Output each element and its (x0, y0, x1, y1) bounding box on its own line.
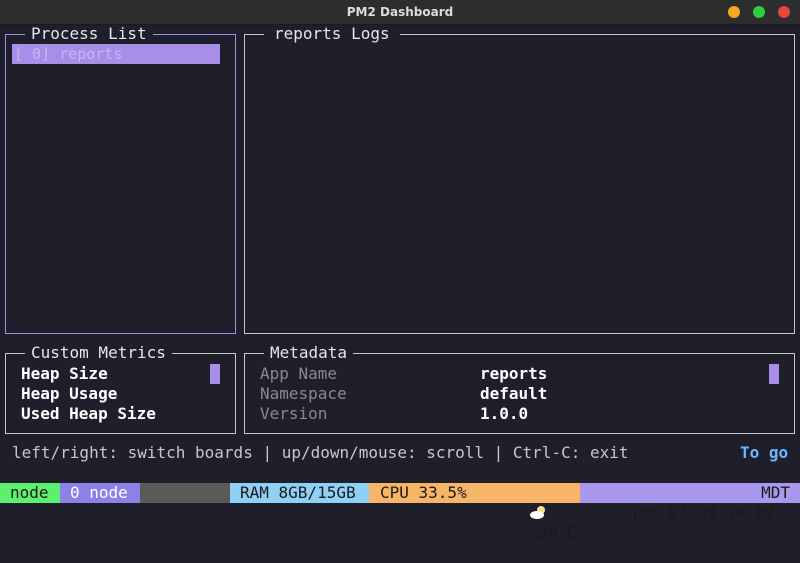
meta-value-app-name: reports (480, 364, 548, 383)
timezone-label: MDT (761, 483, 790, 502)
goto-link[interactable]: To go (740, 443, 788, 463)
meta-key-app-name: App Name (260, 364, 338, 383)
status-datetime: jue 07/09 10:09 MDT (580, 483, 800, 522)
meta-value-namespace: default (480, 384, 548, 403)
minimize-button[interactable] (728, 6, 740, 18)
logs-panel[interactable]: reports Logs (244, 25, 795, 334)
weather-temp: +30°C (528, 523, 577, 542)
meta-key-version: Version (260, 404, 328, 423)
logs-title: reports Logs (264, 25, 400, 43)
metadata-scrollbar[interactable] (769, 364, 779, 384)
maximize-button[interactable] (753, 6, 765, 18)
datetime-value: jue 07/09 10:09 (629, 503, 775, 522)
keyboard-help-text: left/right: switch boards | up/down/mous… (12, 443, 629, 462)
metrics-scrollbar[interactable] (210, 364, 220, 384)
status-weather: +30°C (482, 483, 580, 542)
status-window-tab[interactable]: 0 node (60, 483, 140, 503)
title-bar: PM2 Dashboard (0, 0, 800, 25)
status-session[interactable]: node (0, 483, 60, 503)
process-list-panel[interactable]: Process List [ 0] reports (5, 25, 236, 334)
metadata-panel[interactable]: Metadata App Name reports Namespace defa… (244, 344, 795, 434)
window-title: PM2 Dashboard (346, 5, 454, 19)
meta-value-version: 1.0.0 (480, 404, 529, 423)
close-button[interactable] (778, 6, 790, 18)
status-spacer (140, 483, 230, 503)
tmux-status-bar: node 0 node RAM 8GB/15GB CPU 33.5% +30°C… (0, 483, 800, 542)
metric-used-heap-size: Used Heap Size (21, 404, 156, 423)
status-cpu: CPU 33.5% (369, 483, 482, 503)
meta-key-namespace: Namespace (260, 384, 347, 403)
status-ram: RAM 8GB/15GB (230, 483, 369, 503)
process-list-title: Process List (25, 25, 153, 43)
custom-metrics-title: Custom Metrics (25, 344, 172, 362)
metric-heap-usage: Heap Usage (21, 384, 118, 403)
process-item-reports[interactable]: [ 0] reports (12, 44, 220, 64)
metric-heap-size: Heap Size (21, 364, 108, 383)
custom-metrics-panel[interactable]: Custom Metrics Heap Size Heap Usage Used… (5, 344, 236, 434)
metadata-title: Metadata (264, 344, 354, 362)
